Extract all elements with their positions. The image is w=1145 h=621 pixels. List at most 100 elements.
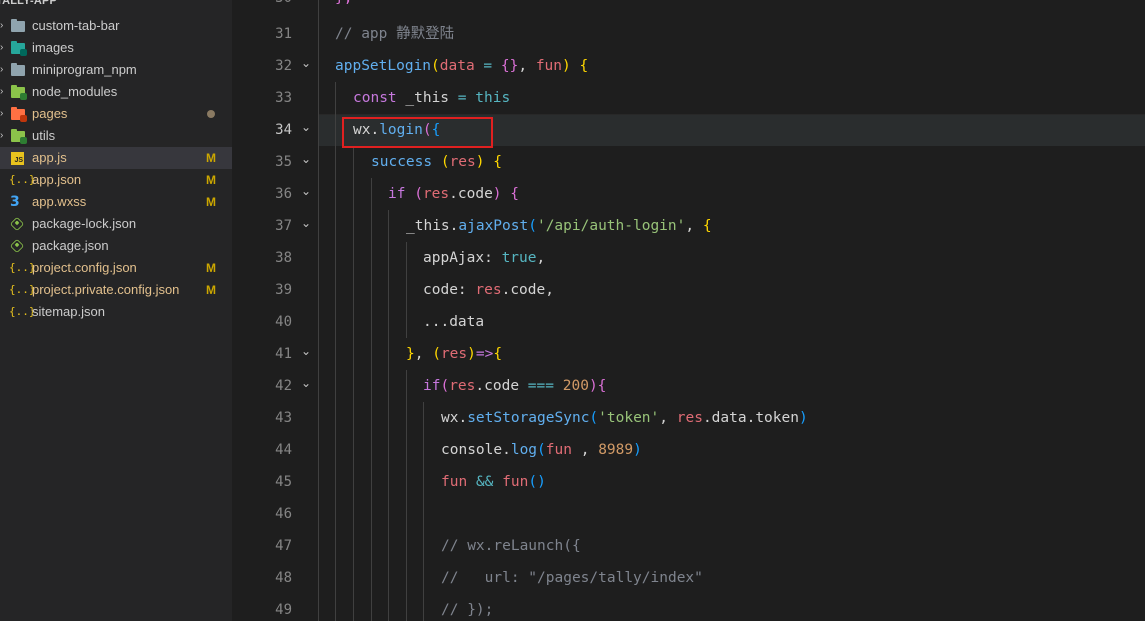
line-number: 32	[275, 58, 292, 74]
chevron-right-icon: ›	[0, 130, 4, 141]
fold-chevron-icon[interactable]: ⌄	[300, 368, 312, 400]
line-number: 42	[275, 378, 292, 394]
line-number: 35	[275, 154, 292, 170]
code-token: appSetLogin	[335, 58, 432, 74]
line-number: 49	[275, 602, 292, 618]
code-token: res	[475, 282, 502, 298]
code-token: (	[431, 58, 440, 74]
code-token: =>	[475, 346, 494, 362]
tree-item-label: utils	[32, 128, 56, 143]
code-token: token	[755, 410, 799, 426]
fold-chevron-icon[interactable]: ⌄	[300, 144, 312, 176]
line-number: 38	[275, 250, 292, 266]
code-token: )	[798, 410, 808, 426]
code-line-47: // wx.reLaunch({	[441, 530, 581, 562]
code-token: code	[510, 282, 546, 298]
tree-item-custom-tab-bar[interactable]: › custom-tab-bar	[0, 15, 232, 37]
chevron-right-icon: ›	[0, 42, 4, 53]
chevron-right-icon: ›	[0, 20, 4, 31]
code-token: {	[597, 378, 607, 394]
code-token: success	[371, 154, 433, 170]
code-token: .	[458, 410, 468, 426]
modified-dot-icon	[207, 110, 215, 118]
tree-item-sitemap-json[interactable]: {..} sitemap.json	[0, 301, 232, 323]
code-token: {	[493, 154, 502, 170]
code-token: =	[483, 58, 493, 74]
tree-item-app-wxss[interactable]: 3 app.wxss M	[0, 191, 232, 213]
code-token: fun	[441, 474, 468, 490]
code-comment: // app 静默登陆	[335, 26, 455, 42]
code-line-44: console.log(fun , 8989)	[441, 434, 642, 466]
code-token: .	[423, 314, 432, 330]
tree-item-label: project.private.config.json	[32, 282, 180, 297]
code-token: .	[475, 378, 485, 394]
tree-item-app-json[interactable]: {..} app.json M	[0, 169, 232, 191]
fold-chevron-icon[interactable]: ⌄	[300, 336, 312, 368]
tree-item-miniprogram-npm[interactable]: › miniprogram_npm	[0, 59, 232, 81]
fold-chevron-icon[interactable]: ⌄	[300, 48, 312, 80]
tree-item-package-lock-json[interactable]: package-lock.json	[0, 213, 232, 235]
code-editor[interactable]: 30 31 32 33 34 35 36 37 38 39 40 41 42 4…	[232, 0, 1145, 621]
code-token: console	[441, 442, 503, 458]
code-token: ,	[545, 282, 554, 298]
code-line-40: ...data	[423, 306, 484, 338]
code-line-48: // url: "/pages/tally/index"	[441, 562, 703, 594]
git-modified-badge: M	[206, 283, 216, 297]
npm-file-icon	[9, 216, 25, 232]
code-token: {	[493, 346, 503, 362]
code-token: (	[440, 154, 450, 170]
indent-guide	[423, 402, 424, 621]
fold-chevron-icon[interactable]: ⌄	[300, 112, 312, 144]
code-token: res	[422, 186, 450, 202]
explorer-project-title[interactable]: TALLY-APP	[0, 0, 57, 9]
images-folder-icon	[11, 41, 27, 56]
code-token: (	[528, 474, 538, 490]
tree-item-project-config-json[interactable]: {..} project.config.json M	[0, 257, 232, 279]
line-number: 34	[275, 122, 292, 138]
tree-item-app-js[interactable]: JS app.js M	[0, 147, 232, 169]
code-token: :	[484, 250, 493, 266]
fold-chevron-icon[interactable]: ⌄	[300, 176, 312, 208]
folder-icon	[11, 63, 25, 76]
code-line-49: // });	[441, 594, 493, 621]
tree-item-label: miniprogram_npm	[32, 62, 137, 77]
tree-item-package-json[interactable]: package.json	[0, 235, 232, 257]
tree-item-pages[interactable]: › pages	[0, 103, 232, 125]
code-token: fun	[545, 442, 572, 458]
code-token: res	[440, 346, 468, 362]
line-number: 44	[275, 442, 292, 458]
line-number: 45	[275, 474, 292, 490]
code-line-39: code: res.code,	[423, 274, 554, 306]
code-line-31: // app 静默登陆	[335, 18, 454, 50]
tree-item-node-modules[interactable]: › node_modules	[0, 81, 232, 103]
code-token: (	[432, 346, 441, 362]
line-number: 39	[275, 282, 292, 298]
line-number: 41	[275, 346, 292, 362]
code-token: data	[439, 58, 475, 74]
code-token: code	[423, 282, 458, 298]
code-token: {	[510, 186, 519, 202]
code-token: .	[702, 410, 712, 426]
code-token: ,	[659, 410, 668, 426]
fold-chevron-icon[interactable]: ⌄	[300, 208, 312, 240]
code-token: },	[335, 0, 352, 6]
code-token: )	[492, 186, 502, 202]
tree-item-images[interactable]: › images	[0, 37, 232, 59]
code-comment: // wx.reLaunch({	[441, 538, 581, 554]
code-token: ,	[685, 218, 695, 234]
code-line-35: success (res) {	[371, 146, 502, 178]
tree-item-label: pages	[32, 106, 68, 121]
tree-item-project-private-config-json[interactable]: {..} project.private.config.json M	[0, 279, 232, 301]
tree-item-label: app.js	[32, 150, 67, 165]
tree-item-utils[interactable]: › utils	[0, 125, 232, 147]
code-line-45: fun && fun()	[441, 466, 546, 498]
code-token: 8989	[598, 442, 634, 458]
indent-guide	[353, 146, 354, 621]
chevron-right-icon: ›	[0, 86, 4, 97]
